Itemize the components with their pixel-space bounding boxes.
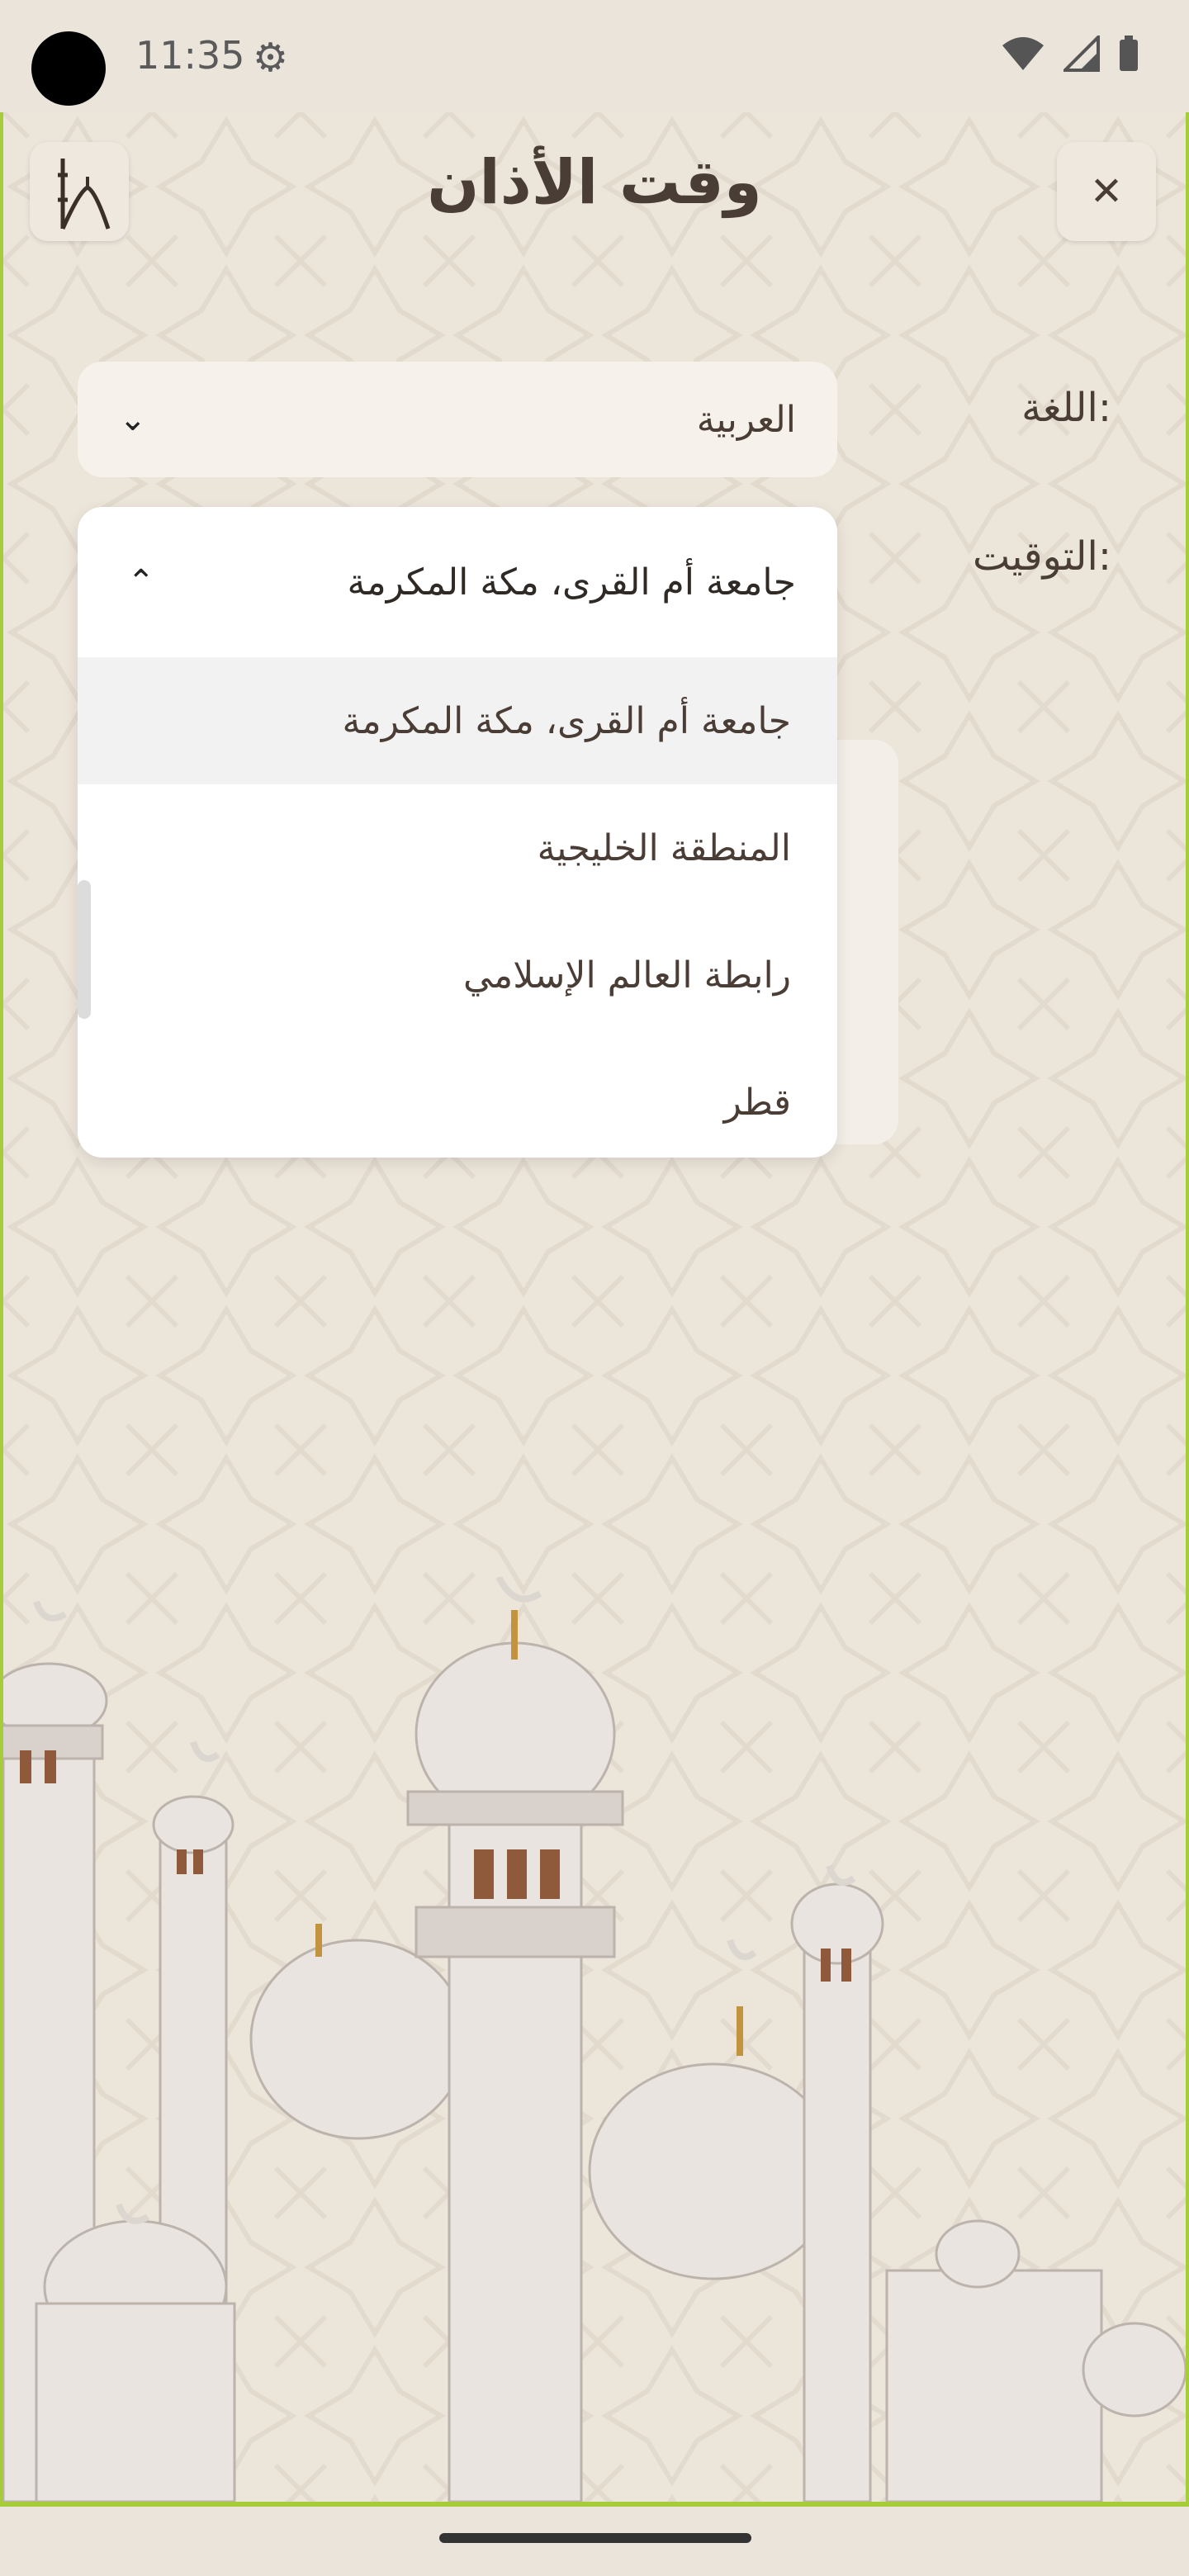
close-icon: ✕ bbox=[1089, 168, 1124, 215]
chevron-down-icon: ⌄ bbox=[119, 400, 147, 438]
status-bar: 11:35 ⚙ bbox=[0, 0, 1189, 112]
language-label: اللغة: bbox=[1021, 385, 1111, 431]
timing-select[interactable]: ⌃ جامعة أم القرى، مكة المكرمة bbox=[78, 507, 837, 657]
camera-cutout bbox=[31, 31, 106, 106]
dropdown-option[interactable]: رابطة العالم الإسلامي bbox=[78, 912, 837, 1039]
dropdown-option[interactable]: قطر bbox=[78, 1039, 837, 1158]
language-value: العربية bbox=[696, 398, 796, 441]
timing-value: جامعة أم القرى، مكة المكرمة bbox=[347, 561, 796, 604]
mosque-illustration bbox=[3, 1577, 1186, 2502]
status-time: 11:35 bbox=[135, 33, 245, 78]
app-screen: وقت الأذان ✕ اللغة: ⌄ العربية التوقيت: ⌃… bbox=[0, 112, 1189, 2507]
timing-label: التوقيت: bbox=[973, 533, 1111, 580]
close-button[interactable]: ✕ bbox=[1057, 142, 1156, 241]
dropdown-scrollbar[interactable] bbox=[78, 880, 91, 1019]
page-title: وقت الأذان bbox=[427, 147, 762, 218]
language-select[interactable]: ⌄ العربية bbox=[78, 362, 837, 477]
dropdown-option[interactable]: المنطقة الخليجية bbox=[78, 784, 837, 912]
battery-icon bbox=[1120, 36, 1138, 71]
gear-icon: ⚙ bbox=[253, 35, 289, 81]
chevron-up-icon: ⌃ bbox=[127, 563, 155, 601]
signal-icon bbox=[1063, 36, 1100, 72]
dropdown-option[interactable]: جامعة أم القرى، مكة المكرمة bbox=[78, 657, 837, 784]
wifi-icon bbox=[1002, 37, 1044, 70]
home-indicator[interactable] bbox=[439, 2533, 751, 2543]
timing-dropdown[interactable]: ⌃ جامعة أم القرى، مكة المكرمة جامعة أم ا… bbox=[78, 507, 837, 1158]
